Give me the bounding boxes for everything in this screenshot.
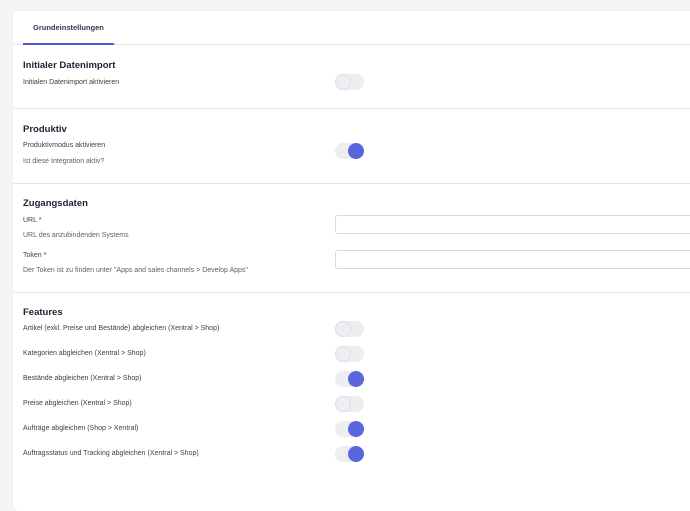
token-input[interactable] (335, 250, 690, 269)
section-heading-features: Features (23, 307, 63, 318)
url-input[interactable] (335, 215, 690, 234)
divider (13, 108, 690, 109)
divider (13, 292, 690, 293)
initial-import-toggle[interactable] (335, 74, 364, 90)
feature-toggle-kategorien[interactable] (335, 346, 364, 362)
feature-label-auftraege: Aufträge abgleichen (Shop > Xentral) (23, 425, 139, 432)
feature-toggle-auftraege[interactable] (335, 421, 364, 437)
toggle-knob (335, 346, 351, 362)
toggle-knob (335, 396, 351, 412)
produktiv-toggle[interactable] (335, 143, 364, 159)
section-heading-produktiv: Produktiv (23, 124, 67, 135)
settings-card: Grundeinstellungen Initialer Datenimport… (13, 11, 690, 511)
produktiv-label: Produktivmodus aktivieren (23, 142, 106, 149)
divider (13, 183, 690, 184)
toggle-knob (348, 421, 364, 437)
feature-label-artikel: Artikel (exkl. Preise und Bestände) abgl… (23, 325, 220, 332)
token-help: Der Token ist zu finden unter "Apps and … (23, 267, 248, 274)
produktiv-help: Ist diese Integration aktiv? (23, 158, 105, 165)
toggle-knob (348, 371, 364, 387)
feature-toggle-bestaende[interactable] (335, 371, 364, 387)
url-label: URL * (23, 217, 42, 224)
section-heading-initial-import: Initialer Datenimport (23, 60, 116, 71)
toggle-knob (335, 321, 351, 337)
toggle-knob (335, 74, 351, 90)
feature-label-kategorien: Kategorien abgleichen (Xentral > Shop) (23, 350, 146, 357)
feature-label-auftragsstatus: Auftragsstatus und Tracking abgleichen (… (23, 450, 199, 457)
toggle-knob (348, 446, 364, 462)
feature-label-preise: Preise abgleichen (Xentral > Shop) (23, 400, 132, 407)
feature-toggle-preise[interactable] (335, 396, 364, 412)
section-heading-zugangsdaten: Zugangsdaten (23, 198, 88, 209)
toggle-knob (348, 143, 364, 159)
initial-import-label: Initialen Datenimport aktivieren (23, 79, 120, 86)
tab-bar: Grundeinstellungen (13, 11, 690, 45)
tab-grundeinstellungen[interactable]: Grundeinstellungen (23, 23, 114, 45)
feature-toggle-auftragsstatus[interactable] (335, 446, 364, 462)
feature-toggle-artikel[interactable] (335, 321, 364, 337)
feature-label-bestaende: Bestände abgleichen (Xentral > Shop) (23, 375, 142, 382)
token-label: Token * (23, 252, 47, 259)
url-help: URL des anzubindenden Systems (23, 232, 129, 239)
